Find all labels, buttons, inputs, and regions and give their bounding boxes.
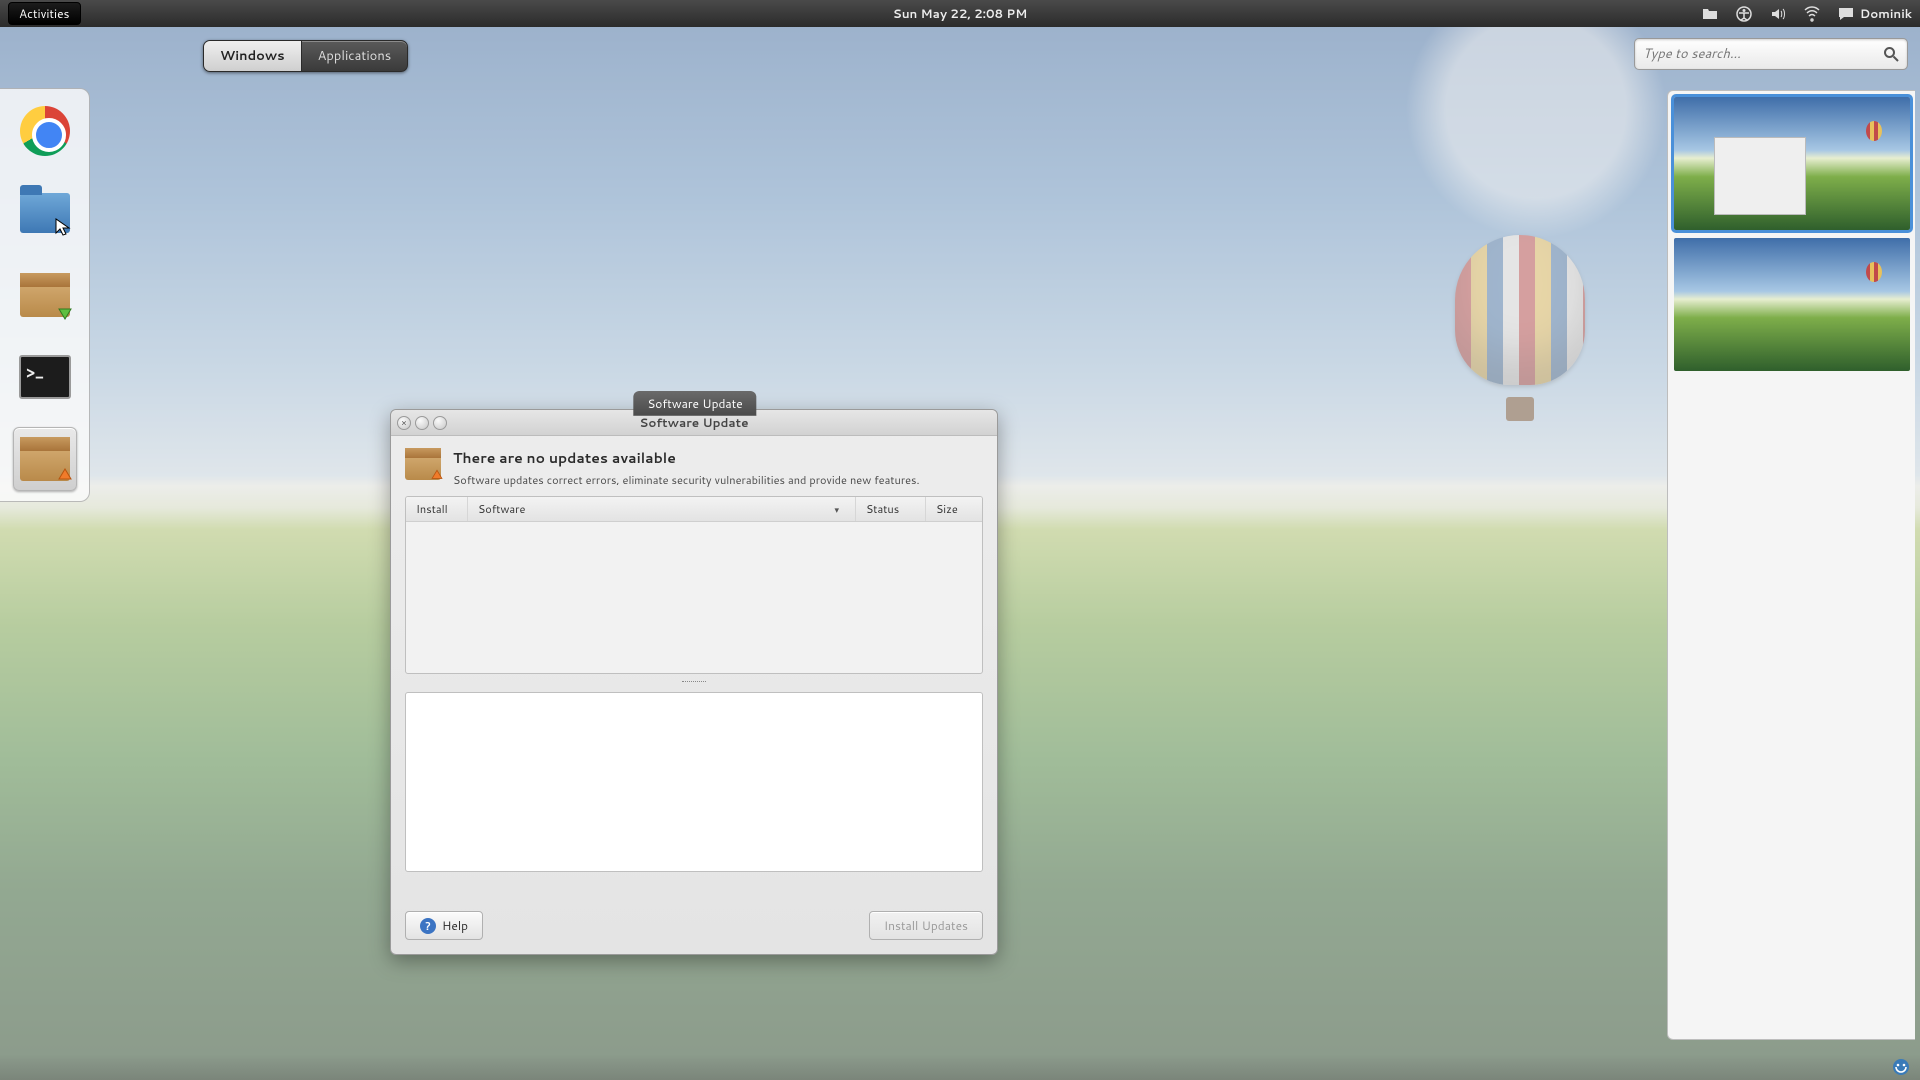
activities-button[interactable]: Activities	[8, 2, 81, 25]
workspace-1[interactable]	[1674, 97, 1910, 230]
update-heading: There are no updates available	[453, 448, 920, 468]
top-panel: Activities Sun May 22, 2:08 PM Dominik	[0, 0, 1920, 27]
update-subheading: Software updates correct errors, elimina…	[453, 472, 920, 488]
user-menu[interactable]: Dominik	[1838, 5, 1912, 22]
software-update-window: × Software Update There are no updates a…	[390, 409, 998, 955]
dash-files[interactable]	[13, 181, 77, 245]
message-tray	[0, 1054, 1920, 1080]
chat-icon	[1838, 7, 1854, 21]
arrow-up-icon	[54, 465, 76, 487]
update-detail-pane	[405, 692, 983, 872]
tab-applications[interactable]: Applications	[302, 41, 408, 71]
accessibility-icon[interactable]	[1736, 6, 1752, 22]
update-summary: There are no updates available Software …	[405, 448, 983, 488]
folder-icon[interactable]	[1702, 6, 1718, 22]
workspace-1-window-thumb	[1714, 137, 1806, 215]
workspace-2[interactable]	[1674, 238, 1910, 371]
col-software-label: Software	[478, 501, 525, 517]
folder-icon	[20, 193, 70, 233]
window-maximize-button[interactable]	[433, 416, 447, 430]
package-update-icon	[405, 448, 441, 480]
dash-package-installer[interactable]	[13, 263, 77, 327]
status-area: Dominik	[1702, 5, 1912, 22]
dash: >_	[0, 88, 90, 502]
arrow-up-icon	[428, 467, 446, 485]
search-icon	[1883, 46, 1899, 62]
user-name: Dominik	[1860, 5, 1912, 22]
terminal-icon: >_	[19, 355, 71, 399]
dash-software-update[interactable]	[13, 427, 77, 491]
overview-search[interactable]	[1634, 38, 1908, 70]
tab-windows[interactable]: Windows	[204, 41, 302, 71]
col-status[interactable]: Status	[856, 497, 926, 521]
window-title: Software Update	[639, 414, 748, 431]
arrow-down-icon	[54, 301, 76, 323]
dash-chrome[interactable]	[13, 99, 77, 163]
pane-splitter[interactable]	[405, 678, 983, 684]
help-icon: ?	[420, 918, 436, 934]
updates-table-header: Install Software ▾ Status Size	[406, 497, 982, 522]
panel-clock[interactable]: Sun May 22, 2:08 PM	[893, 5, 1027, 22]
workspace-switcher	[1667, 90, 1915, 1040]
cursor-icon	[54, 217, 74, 237]
help-button-label: Help	[442, 917, 468, 934]
col-software[interactable]: Software ▾	[468, 497, 856, 521]
network-icon[interactable]	[1804, 6, 1820, 22]
col-install[interactable]: Install	[406, 497, 468, 521]
package-icon	[20, 273, 70, 317]
sort-indicator-icon: ▾	[834, 503, 839, 516]
window-minimize-button[interactable]	[415, 416, 429, 430]
search-input[interactable]	[1643, 45, 1883, 63]
overview-view-switcher: Windows Applications	[203, 40, 408, 72]
help-button[interactable]: ? Help	[405, 911, 483, 940]
tray-app-icon[interactable]	[1892, 1058, 1910, 1076]
package-update-icon	[20, 437, 70, 481]
updates-table: Install Software ▾ Status Size	[405, 496, 983, 674]
col-size[interactable]: Size	[926, 497, 982, 521]
window-close-button[interactable]: ×	[397, 416, 411, 430]
window-preview-label: Software Update	[633, 391, 756, 416]
dialog-footer: ? Help Install Updates	[391, 911, 997, 954]
dash-terminal[interactable]: >_	[13, 345, 77, 409]
chrome-icon	[20, 106, 70, 156]
install-updates-button[interactable]: Install Updates	[869, 911, 983, 940]
volume-icon[interactable]	[1770, 6, 1786, 22]
